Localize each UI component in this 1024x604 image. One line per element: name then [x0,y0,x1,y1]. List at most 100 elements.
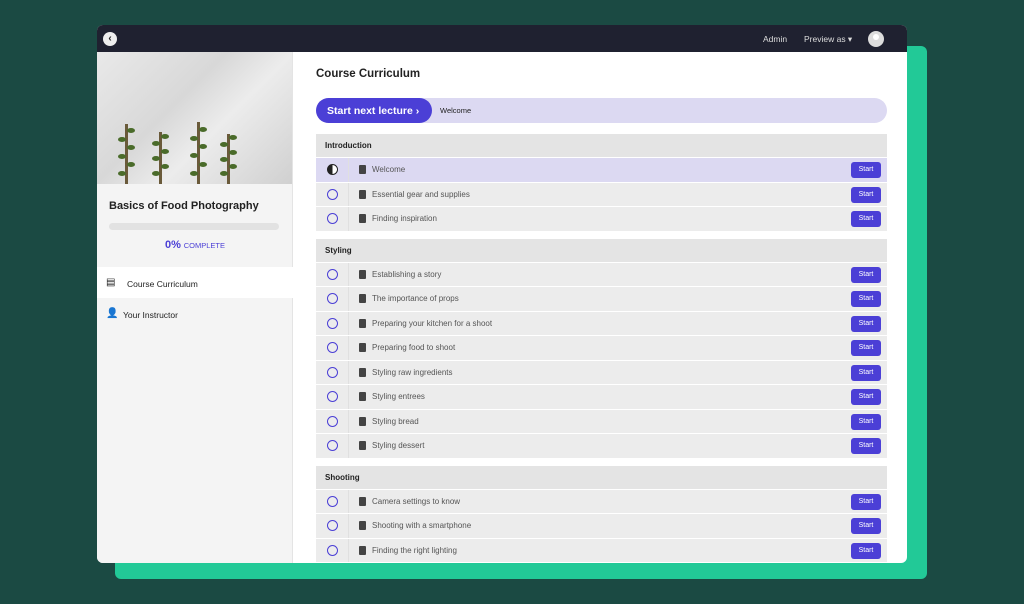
start-next-lecture-button[interactable]: Start next lecture › [316,98,432,123]
document-icon [359,294,366,303]
divider [348,207,349,231]
incomplete-circle-icon [327,268,338,280]
back-button[interactable]: ‹ [103,32,117,46]
lecture-title: Preparing food to shoot [372,343,456,352]
document-icon [359,343,366,352]
document-icon [359,189,366,199]
lecture-row[interactable]: Preparing food to shoot Start [316,336,887,360]
leaf [161,133,169,139]
lecture-title: Essential gear and supplies [372,189,470,199]
leaf [161,163,169,169]
start-button[interactable]: Start [851,364,881,381]
leaf [190,171,198,176]
leaf [127,145,135,151]
lecture-title: Finding the right lighting [372,545,457,555]
start-button[interactable]: Start [851,266,881,283]
lecture-row[interactable]: Welcome Start [316,158,887,182]
lecture-row[interactable]: The importance of props Start [316,287,887,311]
divider [348,409,349,433]
start-button[interactable]: Start [851,211,881,227]
start-button[interactable]: Start [851,291,881,307]
lecture-title: The importance of props [372,294,459,303]
leaf [152,171,160,176]
incomplete-circle-icon [327,520,338,531]
document-icon [359,392,366,401]
lecture-row[interactable]: Finding the right lighting Start [316,538,887,562]
sidebar-item-your-instructor[interactable]: 👤 Your Instructor [97,298,293,329]
course-title: Basics of Food Photography [109,200,259,212]
next-lecture-title: Welcome [440,106,472,115]
lecture-title: Styling entrees [372,392,425,401]
lecture-row[interactable]: Shooting with a smartphone Start [316,514,887,538]
sidebar-item-course-curriculum[interactable]: ▤ Course Curriculum [97,267,293,298]
leaf [127,128,135,134]
start-button[interactable]: Start [851,542,881,559]
lecture-row[interactable]: Camera settings to know Start [316,489,887,513]
start-button[interactable]: Start [851,438,881,454]
start-button[interactable]: Start [851,413,881,430]
leaf [161,148,169,154]
start-button[interactable]: Start [851,518,881,534]
preview-as-dropdown[interactable]: Preview as ▾ [804,34,852,45]
leaf [127,162,135,168]
start-button[interactable]: Start [851,389,881,405]
lecture-row[interactable]: Finding inspiration Start [316,207,887,231]
document-icon [359,269,366,279]
divider [348,158,349,182]
lecture-row[interactable]: Styling raw ingredients Start [316,360,887,384]
document-icon [359,521,366,530]
progress-percent: 0% [165,239,181,251]
avatar[interactable] [868,31,884,47]
lecture-row[interactable]: Preparing your kitchen for a shoot Start [316,311,887,335]
leaf [229,135,237,141]
lecture-title: Styling bread [372,416,419,426]
divider [348,489,349,513]
start-button[interactable]: Start [851,162,881,178]
divider [348,287,349,311]
page-title: Course Curriculum [316,68,421,80]
lecture-title: Finding inspiration [372,214,437,223]
leaf [118,136,126,142]
divider [348,262,349,286]
divider [348,360,349,384]
leaf [118,153,126,159]
divider [348,311,349,335]
start-button[interactable]: Start [851,186,881,203]
progress-text: 0% COMPLETE [97,239,293,251]
sidebar-item-label: Course Curriculum [127,279,198,289]
document-icon [359,318,366,328]
lecture-row[interactable]: Styling bread Start [316,409,887,433]
lecture-row[interactable]: Establishing a story Start [316,262,887,286]
complete-label: COMPLETE [183,241,225,250]
start-button[interactable]: Start [851,315,881,332]
incomplete-circle-icon [327,544,338,556]
leaf [229,163,237,169]
admin-link[interactable]: Admin [763,34,787,44]
lecture-row[interactable]: Essential gear and supplies Start [316,182,887,206]
document-icon [359,165,366,174]
section-header: Introduction [316,134,887,157]
leaf [220,171,228,176]
incomplete-circle-icon [327,415,338,427]
lecture-title: Styling dessert [372,441,425,450]
incomplete-circle-icon [327,440,338,451]
leaf [118,171,126,176]
leaf [190,135,198,141]
lecture-title: Shooting with a smartphone [372,521,472,530]
incomplete-circle-icon [327,342,338,353]
divider [348,182,349,206]
course-image [97,52,292,184]
document-icon [359,545,366,555]
lecture-title: Styling raw ingredients [372,367,453,377]
incomplete-circle-icon [327,366,338,378]
incomplete-circle-icon [327,317,338,329]
leaf [199,162,207,168]
lecture-row[interactable]: Styling dessert Start [316,434,887,458]
start-button[interactable]: Start [851,493,881,510]
incomplete-circle-icon [327,213,338,224]
lecture-row[interactable]: Styling entrees Start [316,385,887,409]
user-icon: 👤 [106,308,119,319]
start-button[interactable]: Start [851,340,881,356]
section-header: Shooting [316,465,887,489]
incomplete-circle-icon [327,188,338,200]
